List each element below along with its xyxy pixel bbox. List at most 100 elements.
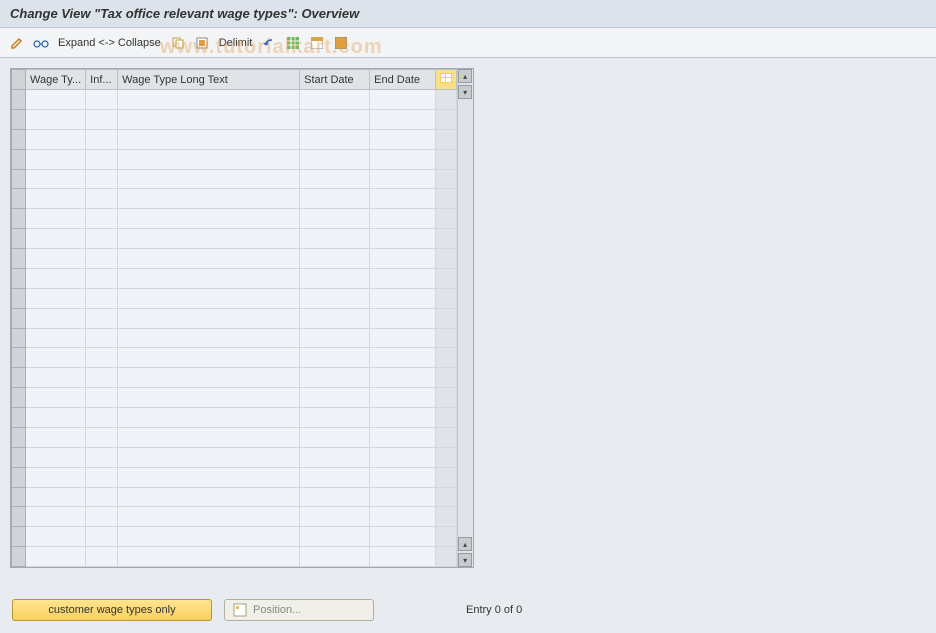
- row-selector[interactable]: [12, 209, 26, 229]
- cell-start-date[interactable]: [300, 229, 370, 249]
- cell-end-date[interactable]: [370, 408, 436, 428]
- change-icon[interactable]: [8, 34, 26, 52]
- cell-inf[interactable]: [86, 308, 118, 328]
- row-selector[interactable]: [12, 149, 26, 169]
- table-row[interactable]: [12, 109, 457, 129]
- cell-long-text[interactable]: [118, 268, 300, 288]
- cell-long-text[interactable]: [118, 388, 300, 408]
- cell-inf[interactable]: [86, 507, 118, 527]
- vertical-scrollbar[interactable]: ▴ ▾ ▴ ▾: [457, 69, 473, 567]
- cell-long-text[interactable]: [118, 527, 300, 547]
- cell-long-text[interactable]: [118, 189, 300, 209]
- header-long-text[interactable]: Wage Type Long Text: [118, 70, 300, 90]
- row-selector[interactable]: [12, 268, 26, 288]
- cell-long-text[interactable]: [118, 249, 300, 269]
- cell-end-date[interactable]: [370, 547, 436, 567]
- cell-start-date[interactable]: [300, 249, 370, 269]
- cell-end-date[interactable]: [370, 388, 436, 408]
- table-row[interactable]: [12, 268, 457, 288]
- scroll-down-icon[interactable]: ▾: [458, 553, 472, 567]
- row-selector[interactable]: [12, 189, 26, 209]
- cell-wage-type[interactable]: [26, 149, 86, 169]
- cell-wage-type[interactable]: [26, 288, 86, 308]
- cell-long-text[interactable]: [118, 288, 300, 308]
- cell-wage-type[interactable]: [26, 348, 86, 368]
- cell-wage-type[interactable]: [26, 547, 86, 567]
- cell-inf[interactable]: [86, 427, 118, 447]
- cell-long-text[interactable]: [118, 229, 300, 249]
- cell-wage-type[interactable]: [26, 189, 86, 209]
- cell-wage-type[interactable]: [26, 90, 86, 110]
- cell-end-date[interactable]: [370, 169, 436, 189]
- row-selector[interactable]: [12, 249, 26, 269]
- table-row[interactable]: [12, 288, 457, 308]
- table-row[interactable]: [12, 547, 457, 567]
- cell-start-date[interactable]: [300, 547, 370, 567]
- cell-long-text[interactable]: [118, 487, 300, 507]
- row-selector[interactable]: [12, 109, 26, 129]
- header-start-date[interactable]: Start Date: [300, 70, 370, 90]
- table-row[interactable]: [12, 328, 457, 348]
- cell-wage-type[interactable]: [26, 507, 86, 527]
- cell-end-date[interactable]: [370, 427, 436, 447]
- cell-end-date[interactable]: [370, 368, 436, 388]
- cell-inf[interactable]: [86, 467, 118, 487]
- cell-end-date[interactable]: [370, 288, 436, 308]
- row-selector[interactable]: [12, 328, 26, 348]
- cell-end-date[interactable]: [370, 229, 436, 249]
- scroll-thumb-up-icon[interactable]: ▾: [458, 85, 472, 99]
- cell-start-date[interactable]: [300, 427, 370, 447]
- cell-start-date[interactable]: [300, 268, 370, 288]
- cell-wage-type[interactable]: [26, 447, 86, 467]
- row-selector[interactable]: [12, 129, 26, 149]
- row-selector[interactable]: [12, 288, 26, 308]
- table-row[interactable]: [12, 189, 457, 209]
- cell-start-date[interactable]: [300, 388, 370, 408]
- cell-start-date[interactable]: [300, 308, 370, 328]
- delimit-button[interactable]: Delimit: [217, 37, 255, 49]
- cell-long-text[interactable]: [118, 308, 300, 328]
- cell-end-date[interactable]: [370, 507, 436, 527]
- cell-wage-type[interactable]: [26, 129, 86, 149]
- cell-start-date[interactable]: [300, 109, 370, 129]
- cell-inf[interactable]: [86, 109, 118, 129]
- table-row[interactable]: [12, 467, 457, 487]
- table-row[interactable]: [12, 129, 457, 149]
- cell-wage-type[interactable]: [26, 328, 86, 348]
- position-button[interactable]: Position...: [224, 599, 374, 621]
- cell-end-date[interactable]: [370, 447, 436, 467]
- table-row[interactable]: [12, 368, 457, 388]
- header-inf[interactable]: Inf...: [86, 70, 118, 90]
- cell-inf[interactable]: [86, 90, 118, 110]
- cell-inf[interactable]: [86, 149, 118, 169]
- cell-inf[interactable]: [86, 447, 118, 467]
- table-row[interactable]: [12, 388, 457, 408]
- cell-start-date[interactable]: [300, 348, 370, 368]
- cell-wage-type[interactable]: [26, 487, 86, 507]
- row-selector[interactable]: [12, 169, 26, 189]
- cell-inf[interactable]: [86, 189, 118, 209]
- cell-long-text[interactable]: [118, 209, 300, 229]
- cell-long-text[interactable]: [118, 547, 300, 567]
- cell-start-date[interactable]: [300, 169, 370, 189]
- cell-end-date[interactable]: [370, 209, 436, 229]
- cell-wage-type[interactable]: [26, 467, 86, 487]
- cell-wage-type[interactable]: [26, 249, 86, 269]
- cell-end-date[interactable]: [370, 149, 436, 169]
- cell-end-date[interactable]: [370, 249, 436, 269]
- cell-long-text[interactable]: [118, 408, 300, 428]
- scroll-thumb-down-icon[interactable]: ▴: [458, 537, 472, 551]
- cell-end-date[interactable]: [370, 527, 436, 547]
- cell-wage-type[interactable]: [26, 388, 86, 408]
- cell-inf[interactable]: [86, 527, 118, 547]
- row-selector[interactable]: [12, 547, 26, 567]
- cell-inf[interactable]: [86, 328, 118, 348]
- row-selector[interactable]: [12, 229, 26, 249]
- cell-wage-type[interactable]: [26, 109, 86, 129]
- customer-wage-types-button[interactable]: customer wage types only: [12, 599, 212, 621]
- header-selector[interactable]: [12, 70, 26, 90]
- cell-inf[interactable]: [86, 268, 118, 288]
- cell-start-date[interactable]: [300, 129, 370, 149]
- undo-icon[interactable]: [260, 34, 278, 52]
- cell-inf[interactable]: [86, 169, 118, 189]
